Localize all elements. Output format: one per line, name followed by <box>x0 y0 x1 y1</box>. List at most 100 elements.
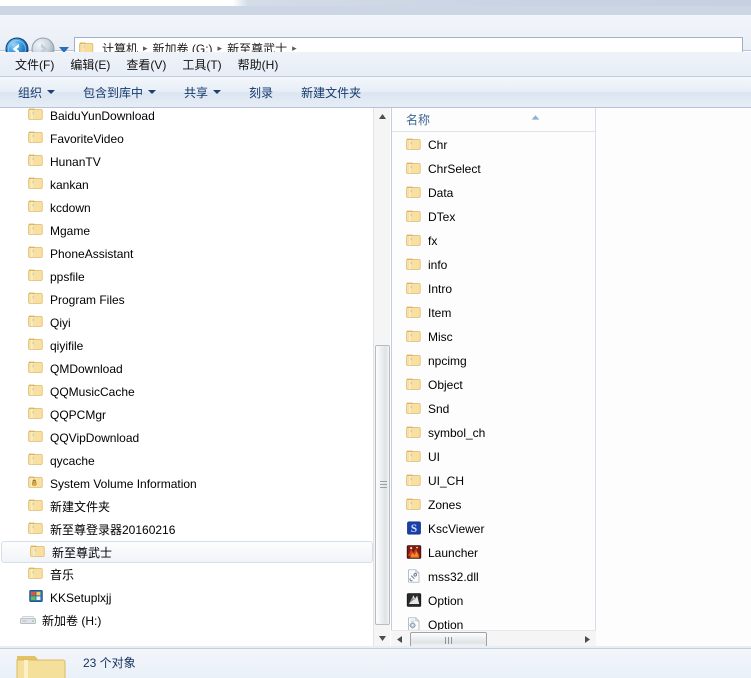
tree-item[interactable]: System Volume Information <box>0 472 374 495</box>
tree-item[interactable]: QQPCMgr <box>0 403 374 426</box>
scroll-grip-icon <box>380 481 387 489</box>
tree-item-label: Mgame <box>50 223 91 238</box>
file-list-item[interactable]: Object <box>392 373 595 397</box>
folder-icon <box>28 291 44 308</box>
folder-icon <box>406 161 422 178</box>
file-list-item[interactable]: fx <box>392 229 595 253</box>
menu-item-tools[interactable]: 工具(T) <box>174 54 229 75</box>
window-titlebar-lower <box>0 6 751 15</box>
menu-item-help[interactable]: 帮助(H) <box>230 54 287 75</box>
file-list-scroll-thumb[interactable] <box>410 632 487 647</box>
tree-item[interactable]: ppsfile <box>0 265 374 288</box>
file-list-item-label: Misc <box>428 330 453 344</box>
file-list-item[interactable]: Launcher <box>392 541 595 565</box>
tree-item-label: QMDownload <box>50 361 123 376</box>
folder-icon <box>28 498 44 515</box>
file-list-item[interactable]: Snd <box>392 397 595 421</box>
tree-item-selected[interactable]: 新至尊武士 <box>1 541 373 563</box>
file-list-item[interactable]: S KscViewer <box>392 517 595 541</box>
include-in-library-button[interactable]: 包含到库中 <box>74 80 165 105</box>
tree-item[interactable]: Mgame <box>0 219 374 242</box>
tree-item[interactable]: KKSetuplxjj <box>0 586 374 609</box>
file-list-item[interactable]: DTex <box>392 205 595 229</box>
option-app-icon <box>406 592 422 610</box>
tree-item[interactable]: qycache <box>0 449 374 472</box>
file-list-item[interactable]: Item <box>392 301 595 325</box>
file-list-item-label: KscViewer <box>428 522 485 536</box>
folder-icon <box>28 566 44 583</box>
file-list-horizontal-scrollbar[interactable] <box>391 630 596 647</box>
tree-item[interactable]: QMDownload <box>0 357 374 380</box>
tree-item[interactable]: Program Files <box>0 288 374 311</box>
folder-icon <box>28 199 44 216</box>
navigation-scroll-thumb[interactable] <box>375 345 390 625</box>
tree-item-label: PhoneAssistant <box>50 246 134 261</box>
file-list-item[interactable]: symbol_ch <box>392 421 595 445</box>
file-list-item[interactable]: info <box>392 253 595 277</box>
column-header-name[interactable]: 名称 <box>392 108 595 132</box>
tree-item-label: 新至尊武士 <box>52 545 113 560</box>
folder-icon <box>406 185 422 202</box>
tree-item[interactable]: kankan <box>0 173 374 196</box>
file-list-item[interactable]: Chr <box>392 133 595 157</box>
file-list: Chr ChrSelect Data DTex fx info Intro It… <box>392 133 595 647</box>
tree-item[interactable]: HunanTV <box>0 150 374 173</box>
file-list-item-label: DTex <box>428 210 456 224</box>
tree-item-label: qiyifile <box>50 338 84 353</box>
navigation-pane-vertical-scrollbar[interactable] <box>373 108 390 647</box>
file-list-item-label: mss32.dll <box>428 570 479 584</box>
file-list-item[interactable]: Option <box>392 589 595 613</box>
tree-item[interactable]: kcdown <box>0 196 374 219</box>
organize-button[interactable]: 组织 <box>9 80 64 105</box>
organize-label: 组织 <box>18 85 43 100</box>
tree-item-label: 新建文件夹 <box>50 500 111 514</box>
file-list-item[interactable]: npcimg <box>392 349 595 373</box>
file-list-item-label: info <box>428 258 448 272</box>
file-list-item[interactable]: UI_CH <box>392 469 595 493</box>
folder-icon <box>28 222 44 239</box>
folder-icon <box>406 353 422 370</box>
file-list-item[interactable]: ChrSelect <box>392 157 595 181</box>
menu-item-file[interactable]: 文件(F) <box>7 54 62 75</box>
chevron-down-icon <box>47 90 56 94</box>
new-folder-label: 新建文件夹 <box>301 85 362 100</box>
folder-icon <box>28 383 44 400</box>
tree-item-label: System Volume Information <box>50 476 197 491</box>
file-list-item-label: Data <box>428 186 454 200</box>
file-list-item[interactable]: Misc <box>392 325 595 349</box>
scroll-down-arrow-icon[interactable] <box>374 630 391 647</box>
tree-item-label: KKSetuplxjj <box>50 590 112 605</box>
tree-item[interactable]: qiyifile <box>0 334 374 357</box>
tree-item[interactable]: FavoriteVideo <box>0 127 374 150</box>
tree-item-label: HunanTV <box>50 154 101 169</box>
tree-item[interactable]: 音乐 <box>0 563 374 586</box>
file-list-item-label: Launcher <box>428 546 479 560</box>
tree-item[interactable]: QQMusicCache <box>0 380 374 403</box>
file-list-item[interactable]: mss32.dll <box>392 565 595 589</box>
file-list-item-label: Chr <box>428 138 448 152</box>
new-folder-button[interactable]: 新建文件夹 <box>292 80 370 105</box>
folder-icon <box>28 245 44 262</box>
scroll-up-arrow-icon[interactable] <box>374 108 391 125</box>
share-with-button[interactable]: 共享 <box>175 80 230 105</box>
menu-item-view[interactable]: 查看(V) <box>118 54 174 75</box>
folder-icon <box>28 130 44 147</box>
file-list-item[interactable]: UI <box>392 445 595 469</box>
tree-item[interactable]: BaiduYunDownload <box>0 108 374 127</box>
tree-item[interactable]: PhoneAssistant <box>0 242 374 265</box>
tree-item[interactable]: 新加卷 (H:) <box>0 609 374 632</box>
tree-item[interactable]: Qiyi <box>0 311 374 334</box>
tree-item[interactable]: 新至尊登录器20160216 <box>0 518 374 541</box>
tree-item[interactable]: 新建文件夹 <box>0 495 374 518</box>
file-list-item-label: fx <box>428 234 438 248</box>
menu-item-edit[interactable]: 编辑(E) <box>62 54 118 75</box>
tree-item-label: kankan <box>50 177 89 192</box>
folder-icon <box>406 401 422 418</box>
file-list-item-label: Intro <box>428 282 453 296</box>
file-list-item[interactable]: Data <box>392 181 595 205</box>
burn-label: 刻录 <box>249 85 274 100</box>
file-list-item[interactable]: Zones <box>392 493 595 517</box>
file-list-item[interactable]: Intro <box>392 277 595 301</box>
tree-item[interactable]: QQVipDownload <box>0 426 374 449</box>
burn-button[interactable]: 刻录 <box>240 80 282 105</box>
